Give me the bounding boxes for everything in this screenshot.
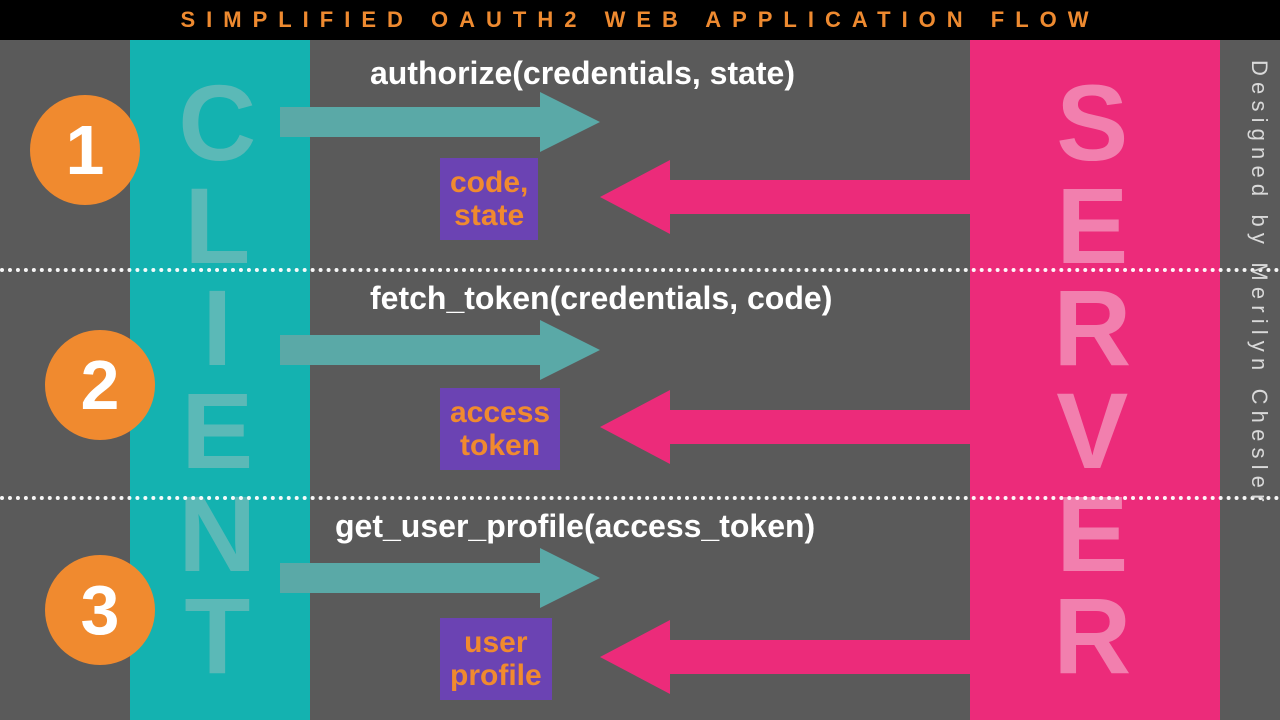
server-lane: SERVER	[970, 40, 1220, 720]
back-arrow-icon	[600, 620, 970, 694]
client-lane-label: CLIENT	[178, 72, 261, 688]
return-line: state	[450, 199, 528, 232]
step-badge-1: 1	[30, 95, 140, 205]
server-lane-label: SERVER	[1053, 72, 1136, 688]
call-label-2: fetch_token(credentials, code)	[370, 280, 832, 317]
return-line: profile	[450, 659, 542, 692]
return-line: token	[450, 429, 550, 462]
section-divider	[0, 496, 1280, 500]
back-arrow-icon	[600, 390, 970, 464]
return-line: user	[450, 626, 542, 659]
return-line: access	[450, 396, 550, 429]
step-badge-2: 2	[45, 330, 155, 440]
back-arrow-icon	[600, 160, 970, 234]
section-divider	[0, 268, 1280, 272]
call-label-1: authorize(credentials, state)	[370, 55, 795, 92]
forward-arrow-icon	[280, 320, 600, 380]
return-box-1: code, state	[440, 158, 538, 240]
diagram-title: SIMPLIFIED OAUTH2 WEB APPLICATION FLOW	[0, 0, 1280, 40]
credit-text: Designed by Merilyn Chesler	[1232, 60, 1272, 700]
forward-arrow-icon	[280, 548, 600, 608]
return-box-2: access token	[440, 388, 560, 470]
return-line: code,	[450, 166, 528, 199]
return-box-3: user profile	[440, 618, 552, 700]
forward-arrow-icon	[280, 92, 600, 152]
call-label-3: get_user_profile(access_token)	[335, 508, 815, 545]
step-badge-3: 3	[45, 555, 155, 665]
